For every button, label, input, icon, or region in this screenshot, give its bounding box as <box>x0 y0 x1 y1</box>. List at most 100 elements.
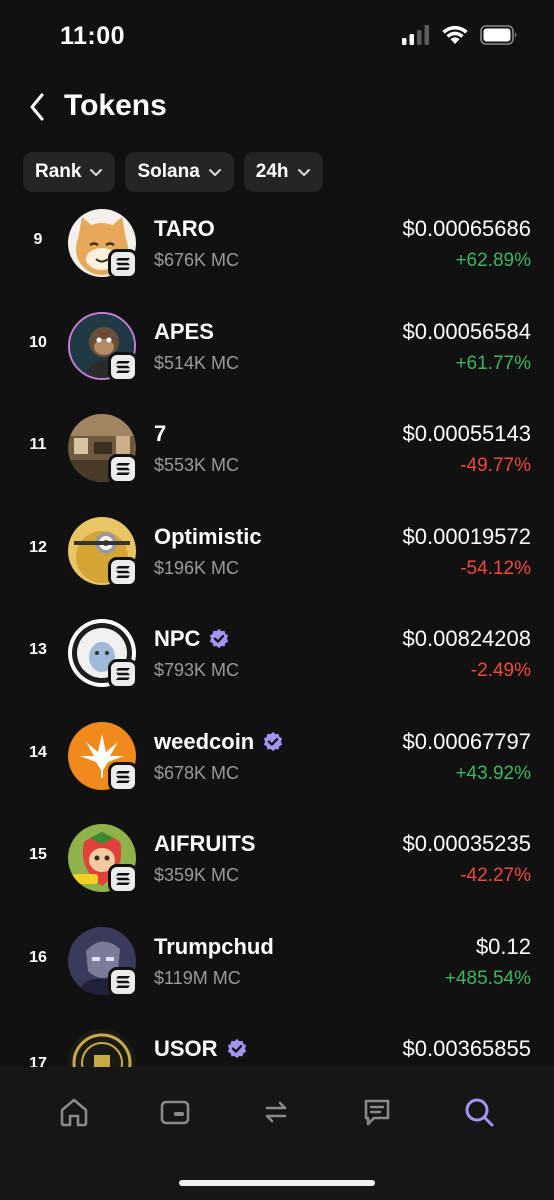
wallet-icon <box>160 1100 190 1125</box>
token-rank: 17 <box>29 1055 47 1067</box>
page-title: Tokens <box>64 89 167 122</box>
token-market-cap: $676K MC <box>154 250 240 270</box>
seal-logo-icon <box>68 1029 136 1067</box>
token-rank: 10 <box>29 333 47 351</box>
token-change: +43.92% <box>455 762 531 784</box>
token-avatar <box>68 414 138 484</box>
filter-bar: Rank Solana 24h <box>23 152 323 192</box>
solana-badge-icon <box>108 659 138 689</box>
solana-badge-icon <box>108 249 138 279</box>
verified-badge-icon <box>264 731 283 751</box>
verified-badge-icon <box>210 628 229 649</box>
search-icon <box>465 1098 494 1127</box>
token-price: $0.00824208 <box>402 626 531 651</box>
token-name: weedcoin <box>154 728 255 754</box>
token-row[interactable]: 17 USOR $0.00365855 <box>0 1025 554 1067</box>
token-rank: 16 <box>29 948 47 966</box>
status-bar: 11:00 <box>0 0 554 74</box>
token-change: +485.54% <box>444 967 531 989</box>
chevron-down-icon <box>90 169 103 176</box>
token-change: -54.12% <box>460 557 531 579</box>
token-avatar <box>68 619 138 689</box>
token-name: 7 <box>154 421 167 446</box>
token-row[interactable]: 11 7 $553K MC $0.00055143 -49.77% <box>0 410 554 513</box>
tab-home[interactable] <box>54 1092 94 1132</box>
battery-icon <box>480 25 517 45</box>
token-market-cap: $793K MC <box>154 660 240 680</box>
token-change: -42.27% <box>460 865 531 886</box>
token-price: $0.00055143 <box>402 421 531 446</box>
header: Tokens <box>0 84 554 132</box>
wifi-icon <box>442 25 468 44</box>
token-price: $0.12 <box>475 933 531 959</box>
token-row[interactable]: 13 NPC $793K MC $0.00824208 -2.49% <box>0 615 554 718</box>
token-row[interactable]: 9 TARO $676K MC $0.00065686 +62.89% <box>0 205 554 308</box>
token-price: $0.00035235 <box>402 831 531 856</box>
token-list: 9 TARO $676K MC $0.00065686 +62.89% 10 A… <box>0 205 554 1067</box>
token-market-cap: $514K MC <box>154 352 240 373</box>
filter-rank-dropdown[interactable]: Rank <box>23 152 116 192</box>
token-avatar <box>68 1029 136 1067</box>
token-change: -2.49% <box>470 660 531 681</box>
filter-timeframe-dropdown[interactable]: 24h <box>243 152 323 192</box>
token-price: $0.00067797 <box>402 728 531 754</box>
token-name: USOR <box>154 1036 218 1061</box>
tab-messages[interactable] <box>357 1092 397 1132</box>
token-row[interactable]: 12 Optimistic $196K MC $0.00019572 -54.1… <box>0 513 554 616</box>
token-change: +62.89% <box>455 250 531 271</box>
solana-badge-icon <box>108 761 138 792</box>
tab-swap[interactable] <box>256 1092 296 1132</box>
token-market-cap: $119M MC <box>154 967 241 988</box>
token-name: APES <box>154 318 214 344</box>
cellular-signal-icon <box>402 25 429 45</box>
token-market-cap: $359K MC <box>154 865 240 885</box>
token-row[interactable]: 16 Trumpchud $119M MC $0.12 +485.54% <box>0 923 554 1026</box>
verified-badge-icon <box>227 1038 246 1059</box>
tab-search[interactable] <box>459 1092 499 1132</box>
token-avatar <box>68 721 138 792</box>
token-row[interactable]: 15 AIFRUITS $359K MC $0.00035235 -42.27% <box>0 820 554 923</box>
chevron-down-icon <box>208 169 221 176</box>
status-time: 11:00 <box>60 22 126 50</box>
home-indicator <box>179 1180 375 1186</box>
token-row[interactable]: 10 APES $514K MC $0.00056584 +61.77% <box>0 308 554 411</box>
filter-timeframe-label: 24h <box>255 161 289 182</box>
token-name: NPC <box>154 626 201 651</box>
token-row[interactable]: 14 weedcoin $678K MC $0.00067797 +43.92% <box>0 718 554 821</box>
token-avatar <box>68 926 138 997</box>
token-rank: 12 <box>29 538 47 556</box>
token-price: $0.00056584 <box>402 318 531 344</box>
token-price: $0.00065686 <box>402 216 531 241</box>
home-icon <box>60 1098 88 1127</box>
status-icons <box>402 25 518 45</box>
token-rank: 9 <box>33 231 43 248</box>
token-price: $0.00019572 <box>402 523 531 549</box>
token-market-cap: $553K MC <box>154 455 240 475</box>
token-name: Optimistic <box>154 523 262 549</box>
back-button[interactable] <box>22 90 52 124</box>
solana-badge-icon <box>108 556 138 587</box>
solana-badge-icon <box>108 351 138 382</box>
filter-chain-label: Solana <box>137 161 200 182</box>
token-change: +61.77% <box>455 352 531 374</box>
tab-wallet[interactable] <box>155 1092 195 1132</box>
swap-icon <box>265 1101 287 1123</box>
token-avatar <box>68 824 138 894</box>
token-change: -49.77% <box>460 455 531 476</box>
token-market-cap: $678K MC <box>154 762 240 783</box>
filter-chain-dropdown[interactable]: Solana <box>125 152 234 192</box>
token-rank: 14 <box>29 743 47 761</box>
filter-rank-label: Rank <box>35 161 82 182</box>
token-name: TARO <box>154 216 215 241</box>
token-name: AIFRUITS <box>154 831 256 856</box>
token-market-cap: $196K MC <box>154 557 240 578</box>
token-name: Trumpchud <box>154 933 274 959</box>
solana-badge-icon <box>108 966 138 997</box>
chat-icon <box>364 1099 390 1126</box>
token-price: $0.00365855 <box>402 1036 531 1061</box>
solana-badge-icon <box>108 864 138 894</box>
chevron-down-icon <box>297 169 310 176</box>
token-rank: 11 <box>29 436 47 453</box>
token-avatar <box>68 311 138 382</box>
token-rank: 15 <box>29 846 47 863</box>
